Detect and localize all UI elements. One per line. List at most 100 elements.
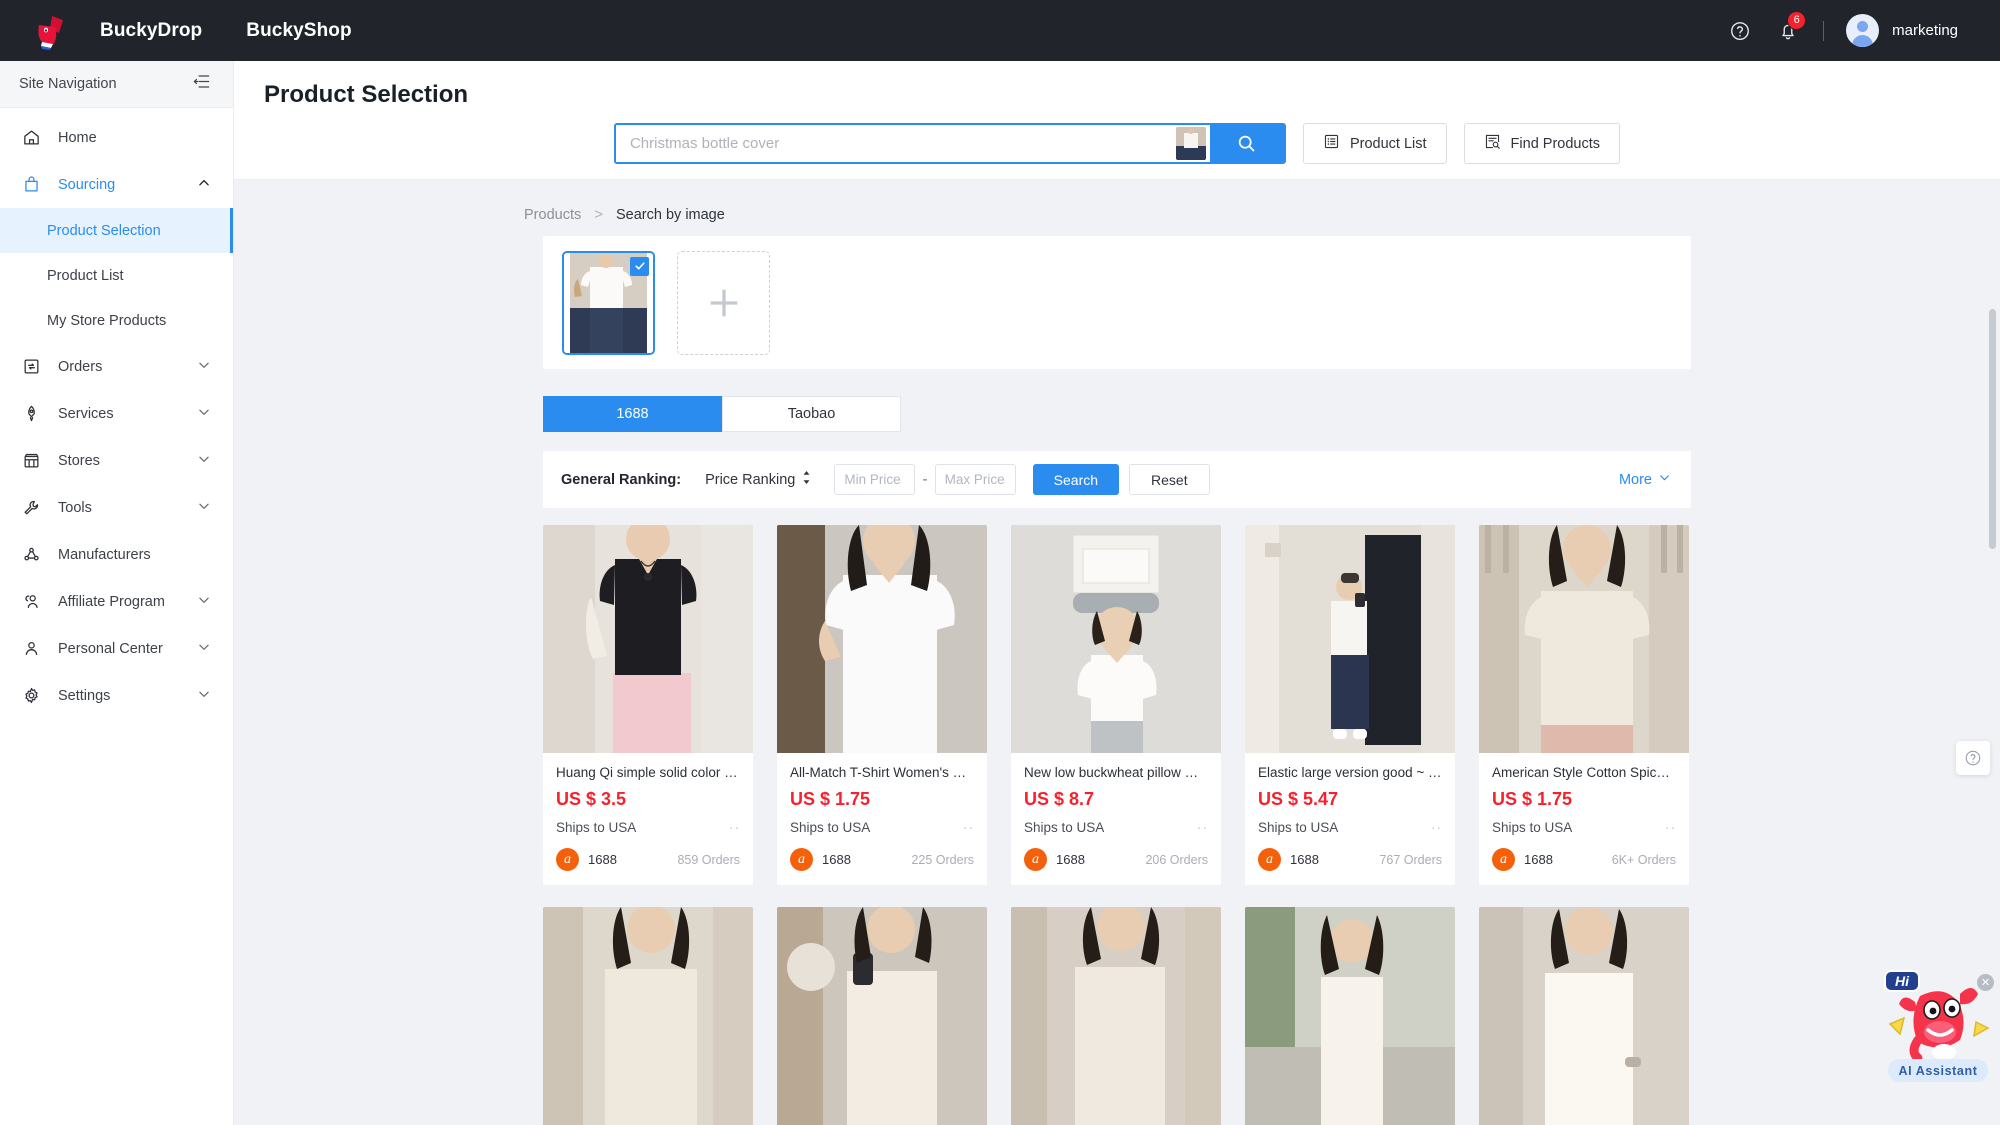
price-ranking-value: Price Ranking bbox=[705, 471, 796, 488]
product-footer: a 1688 859 Orders bbox=[556, 848, 740, 871]
network-icon bbox=[22, 545, 44, 564]
shipping-more: ·· bbox=[729, 820, 740, 835]
product-title: All-Match T-Shirt Women's Short-Sle... bbox=[790, 765, 974, 780]
content-scrollbar-thumb[interactable] bbox=[1989, 309, 1996, 549]
chevron-down-icon bbox=[197, 687, 211, 705]
product-image bbox=[777, 525, 987, 753]
close-icon[interactable]: ✕ bbox=[1977, 974, 1994, 991]
page-header: Product Selection Christmas bottle cover… bbox=[234, 61, 2000, 180]
help-icon[interactable] bbox=[1727, 18, 1753, 44]
product-image bbox=[1011, 907, 1221, 1125]
search-row: Product List Find Products bbox=[234, 123, 2000, 164]
sidebar-item-my-store-products[interactable]: My Store Products bbox=[0, 298, 233, 343]
sidebar-item-label: Home bbox=[58, 129, 97, 146]
product-info: Huang Qi simple solid color U-neck s... … bbox=[543, 753, 753, 885]
sidebar-item-affiliate-program[interactable]: Affiliate Program bbox=[0, 578, 233, 625]
plus-icon bbox=[710, 289, 737, 316]
sidebar-item-stores[interactable]: Stores bbox=[0, 437, 233, 484]
main-area: Product Selection Christmas bottle cover… bbox=[234, 61, 2000, 1125]
sidebar-item-product-list[interactable]: Product List bbox=[0, 253, 233, 298]
ai-assistant-widget[interactable]: ✕ Hi AI Assistant bbox=[1882, 964, 1994, 1082]
breadcrumb-separator: > bbox=[594, 206, 603, 223]
sidebar-item-personal-center[interactable]: Personal Center bbox=[0, 625, 233, 672]
filter-search-button[interactable]: Search bbox=[1032, 464, 1120, 495]
sidebar-item-home[interactable]: Home bbox=[0, 114, 233, 161]
product-image bbox=[1479, 907, 1689, 1125]
product-card[interactable]: New low buckwheat pillow multi-fun... US… bbox=[1011, 525, 1221, 885]
product-card[interactable]: Huang Qi simple solid color U-neck s... … bbox=[543, 525, 753, 885]
more-filters-toggle[interactable]: More bbox=[1619, 471, 1671, 488]
breadcrumb-products[interactable]: Products bbox=[524, 207, 581, 223]
notifications-bell-icon[interactable]: 6 bbox=[1775, 10, 1807, 44]
product-price: US $ 1.75 bbox=[790, 789, 871, 809]
sidebar-item-services[interactable]: Services bbox=[0, 390, 233, 437]
min-price-input[interactable] bbox=[834, 464, 916, 495]
assistant-label: AI Assistant bbox=[1888, 1059, 1988, 1082]
product-image bbox=[1479, 525, 1689, 753]
product-list-button[interactable]: Product List bbox=[1302, 123, 1447, 164]
gear-icon bbox=[22, 686, 44, 705]
tab-taobao[interactable]: Taobao bbox=[722, 396, 901, 432]
store-icon bbox=[22, 451, 44, 470]
product-price: US $ 1.75 bbox=[1492, 789, 1573, 809]
source-tabs: 1688 Taobao bbox=[543, 396, 1691, 432]
source-badge-icon: a bbox=[556, 848, 579, 871]
product-title: American Style Cotton Spice Girl Sli... bbox=[1492, 765, 1676, 780]
sidebar-item-tools[interactable]: Tools bbox=[0, 484, 233, 531]
find-products-button[interactable]: Find Products bbox=[1463, 123, 1621, 164]
sidebar-item-label: Stores bbox=[58, 452, 100, 469]
product-source: 1688 bbox=[1290, 852, 1319, 867]
find-products-icon bbox=[1484, 133, 1501, 154]
filter-reset-button[interactable]: Reset bbox=[1129, 464, 1210, 495]
subnav-label: My Store Products bbox=[47, 312, 167, 329]
floating-help-button[interactable] bbox=[1956, 741, 1990, 775]
product-orders: 859 Orders bbox=[677, 852, 740, 867]
price-range-dash: - bbox=[922, 470, 928, 488]
sidebar-item-orders[interactable]: Orders bbox=[0, 343, 233, 390]
product-card[interactable] bbox=[1245, 907, 1455, 1125]
product-card[interactable]: Elastic large version good ~ zichuan ...… bbox=[1245, 525, 1455, 885]
product-source: 1688 bbox=[1524, 852, 1553, 867]
product-card[interactable]: All-Match T-Shirt Women's Short-Sle... U… bbox=[777, 525, 987, 885]
product-orders: 767 Orders bbox=[1379, 852, 1442, 867]
site-navigation-label: Site Navigation bbox=[19, 76, 117, 92]
sidebar-item-sourcing[interactable]: Sourcing bbox=[0, 161, 233, 208]
search-button[interactable] bbox=[1209, 125, 1284, 162]
product-footer: a 1688 6K+ Orders bbox=[1492, 848, 1676, 871]
product-info: Elastic large version good ~ zichuan ...… bbox=[1245, 753, 1455, 885]
user-menu[interactable]: marketing bbox=[1846, 14, 1958, 47]
notification-count-badge: 6 bbox=[1787, 10, 1807, 30]
users-icon bbox=[22, 592, 44, 611]
wrench-icon bbox=[22, 498, 44, 517]
product-card[interactable]: American Style Cotton Spice Girl Sli... … bbox=[1479, 525, 1689, 885]
product-card[interactable] bbox=[543, 907, 753, 1125]
site-navigation-header: Site Navigation bbox=[0, 61, 233, 108]
uploaded-image-thumbnail[interactable] bbox=[562, 250, 655, 355]
price-ranking-select[interactable]: Price Ranking bbox=[705, 471, 812, 488]
product-card[interactable] bbox=[777, 907, 987, 1125]
brand-buckydrop[interactable]: BuckyDrop bbox=[100, 20, 202, 42]
top-bar: BuckyDrop BuckyShop 6 marketing bbox=[0, 0, 2000, 61]
add-image-button[interactable] bbox=[677, 250, 770, 355]
product-card[interactable] bbox=[1479, 907, 1689, 1125]
product-title: New low buckwheat pillow multi-fun... bbox=[1024, 765, 1208, 780]
search-input[interactable] bbox=[615, 125, 1176, 162]
image-search-thumbnail[interactable] bbox=[1175, 127, 1206, 160]
chevron-down-icon bbox=[197, 593, 211, 611]
product-image bbox=[543, 525, 753, 753]
app-logo[interactable] bbox=[0, 11, 100, 51]
product-card[interactable] bbox=[1011, 907, 1221, 1125]
product-orders: 206 Orders bbox=[1145, 852, 1208, 867]
product-image bbox=[543, 907, 753, 1125]
sidebar-item-settings[interactable]: Settings bbox=[0, 672, 233, 719]
brand-buckyshop[interactable]: BuckyShop bbox=[246, 20, 351, 42]
product-title: Elastic large version good ~ zichuan ... bbox=[1258, 765, 1442, 780]
sidebar-item-label: Sourcing bbox=[58, 176, 116, 193]
collapse-panel-icon[interactable] bbox=[192, 72, 211, 96]
sidebar-item-product-selection[interactable]: Product Selection bbox=[0, 208, 233, 253]
tab-label: 1688 bbox=[616, 406, 649, 422]
tab-1688[interactable]: 1688 bbox=[543, 396, 722, 432]
max-price-input[interactable] bbox=[934, 464, 1016, 495]
source-badge-icon: a bbox=[1492, 848, 1515, 871]
sidebar-item-manufacturers[interactable]: Manufacturers bbox=[0, 531, 233, 578]
